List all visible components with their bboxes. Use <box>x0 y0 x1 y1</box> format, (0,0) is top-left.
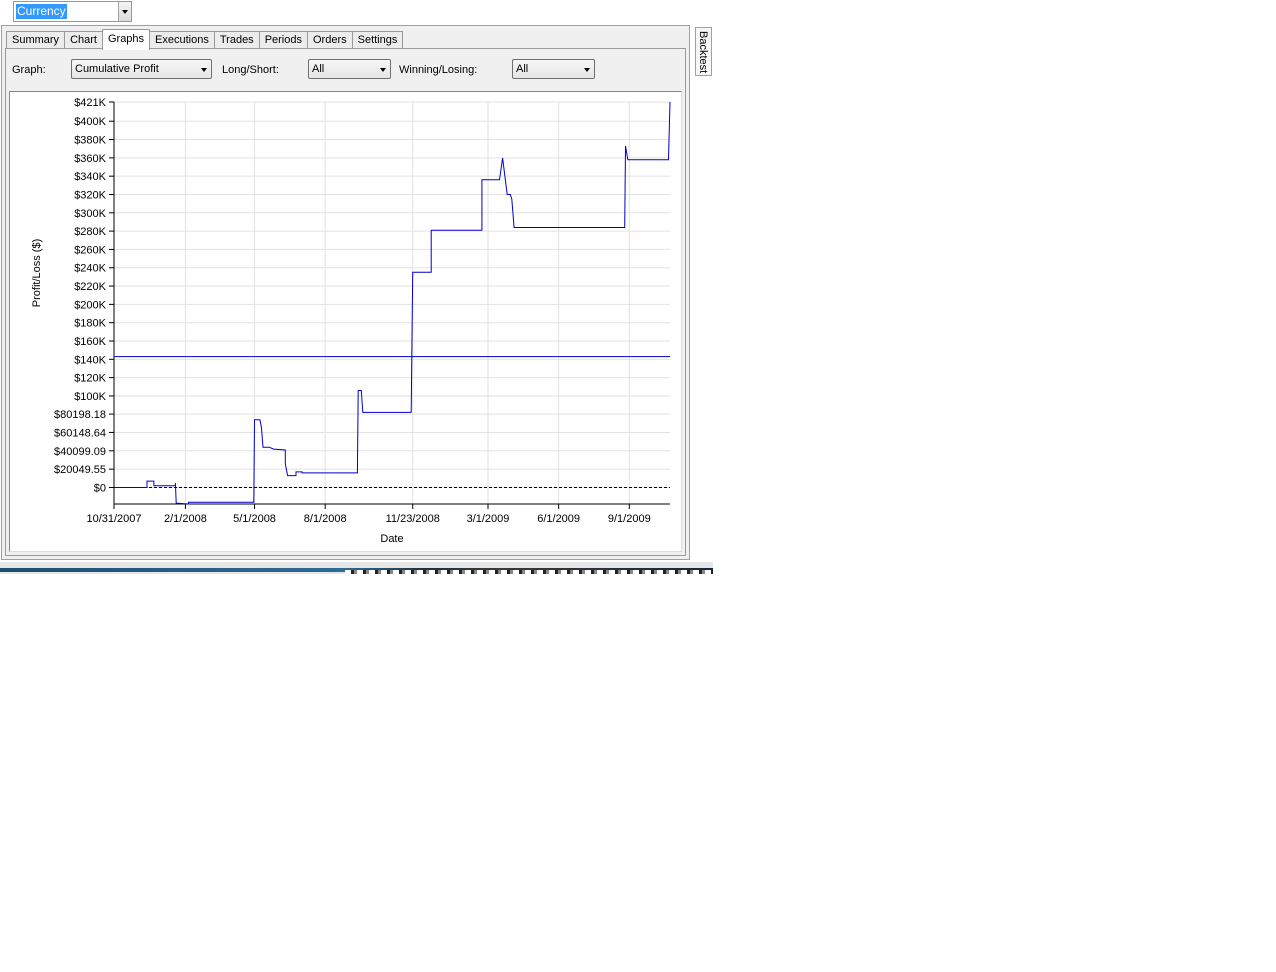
y-tick-label: $280K <box>74 226 106 238</box>
y-tick-label: $180K <box>74 318 106 330</box>
winlose-label: Winning/Losing: <box>399 64 478 76</box>
x-tick-label: 3/1/2009 <box>467 513 510 525</box>
y-tick-label: $240K <box>74 263 106 275</box>
y-tick-label: $340K <box>74 171 106 183</box>
tab-periods[interactable]: Periods <box>258 31 308 49</box>
y-tick-label: $421K <box>74 97 106 109</box>
chart-area: $421K $400K $380K $360K $340K $320K $300K $280K… <box>9 91 682 552</box>
x-tick-label: 2/1/2008 <box>164 513 207 525</box>
tab-trades[interactable]: Trades <box>213 31 260 49</box>
graphs-tab-body: Graph: Cumulative Profit Long/Short: All… <box>5 48 686 556</box>
instrument-select[interactable]: Currency <box>13 1 132 22</box>
y-tick-label: $100K <box>74 391 106 403</box>
graph-type-select[interactable]: Cumulative Profit <box>71 59 212 79</box>
chevron-down-icon <box>380 68 386 72</box>
y-tick-label: $360K <box>74 153 106 165</box>
y-tick-label: $260K <box>74 244 106 256</box>
x-tick-label: 6/1/2009 <box>537 513 580 525</box>
x-tick-label: 9/1/2009 <box>608 513 651 525</box>
y-tick-label: $40099.09 <box>54 446 106 458</box>
tab-graphs[interactable]: Graphs <box>101 29 151 50</box>
y-tick-label: $160K <box>74 336 106 348</box>
y-tick-label: $140K <box>74 354 106 366</box>
profit-series-line <box>114 101 671 505</box>
x-tick-label: 10/31/2007 <box>86 513 141 525</box>
y-tick-label: $320K <box>74 189 106 201</box>
results-panel: Summary Chart Graphs Executions Trades P… <box>1 25 690 560</box>
chevron-down-icon <box>584 68 590 72</box>
longshort-select[interactable]: All <box>308 59 391 79</box>
tab-summary[interactable]: Summary <box>6 31 66 49</box>
x-tick-label: 8/1/2008 <box>304 513 347 525</box>
longshort-label: Long/Short: <box>222 64 279 76</box>
tab-orders[interactable]: Orders <box>306 31 353 49</box>
top-toolbar: Currency <box>0 0 713 25</box>
y-tick-label: $60148.64 <box>54 427 106 439</box>
y-tick-label: $0 <box>94 483 106 495</box>
tab-strip: Summary Chart Graphs Executions Trades P… <box>6 29 404 50</box>
winlose-select[interactable]: All <box>512 59 595 79</box>
side-tab-backtest[interactable]: Backtest <box>695 27 712 76</box>
y-tick-label: $120K <box>74 373 106 385</box>
longshort-value: All <box>312 63 325 75</box>
cumulative-profit-chart: $421K $400K $380K $360K $340K $320K $300K $280K… <box>31 97 671 545</box>
graph-label: Graph: <box>12 64 46 76</box>
y-tick-label: $20049.55 <box>54 464 106 476</box>
y-axis-label: Profit/Loss ($) <box>31 239 43 307</box>
x-tick-label: 11/23/2008 <box>386 513 440 525</box>
chevron-down-icon[interactable] <box>118 2 131 21</box>
y-tick-label: $400K <box>74 116 106 128</box>
divider <box>345 570 713 574</box>
y-tick-label: $300K <box>74 208 106 220</box>
y-tick-label: $220K <box>74 281 106 293</box>
y-tick-label: $200K <box>74 299 106 311</box>
tab-settings[interactable]: Settings <box>351 31 404 49</box>
x-tick-label: 5/1/2008 <box>233 513 276 525</box>
instrument-select-value: Currency <box>16 4 67 19</box>
winlose-value: All <box>516 63 529 75</box>
y-tick-label: $80198.18 <box>54 409 106 421</box>
side-tab-label: Backtest <box>697 31 709 74</box>
y-tick-label: $380K <box>74 135 106 147</box>
chevron-down-icon <box>201 68 207 72</box>
graph-type-value: Cumulative Profit <box>75 63 159 75</box>
tab-chart[interactable]: Chart <box>64 31 103 49</box>
bottom-strip <box>0 562 713 574</box>
tab-executions[interactable]: Executions <box>149 31 215 49</box>
x-axis-label: Date <box>380 533 403 545</box>
